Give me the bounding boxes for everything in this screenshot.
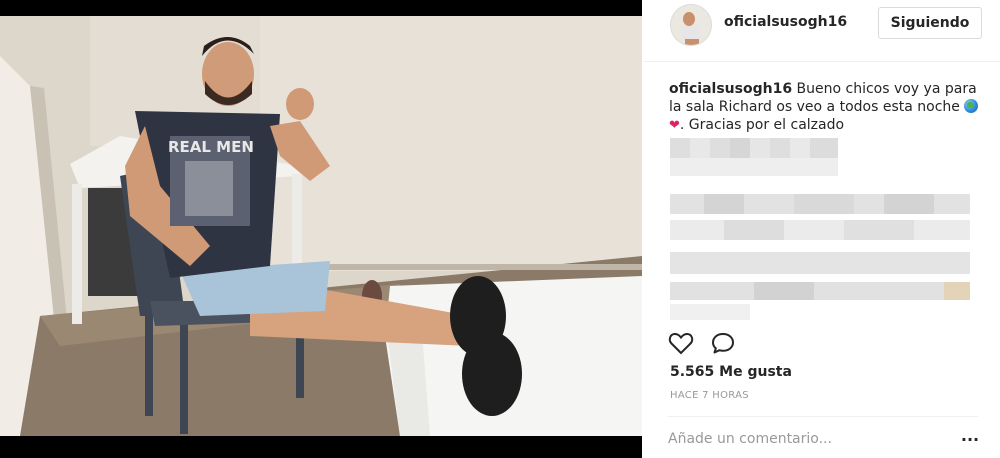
post-photo[interactable]: REAL MEN xyxy=(0,16,642,436)
like-count[interactable]: 5.565 Me gusta xyxy=(670,364,792,380)
post-actions xyxy=(668,330,736,356)
speech-bubble-icon xyxy=(712,333,734,354)
comment-button[interactable] xyxy=(710,330,736,356)
post-panel: oficialsusogh16 Siguiendo oficialsusogh1… xyxy=(644,0,1000,458)
heart-outline-icon xyxy=(668,332,694,355)
add-comment-bar: ... xyxy=(668,416,980,458)
photo-illustration: REAL MEN xyxy=(0,16,642,436)
blurred-comments xyxy=(670,138,970,320)
post-timestamp[interactable]: HACE 7 HORAS xyxy=(670,390,749,401)
comment-input[interactable] xyxy=(668,429,938,449)
like-button[interactable] xyxy=(668,330,694,356)
ellipsis-icon[interactable]: ... xyxy=(960,428,980,449)
photo-frame: REAL MEN xyxy=(0,0,642,458)
shirt-print-text: REAL MEN xyxy=(168,138,254,156)
